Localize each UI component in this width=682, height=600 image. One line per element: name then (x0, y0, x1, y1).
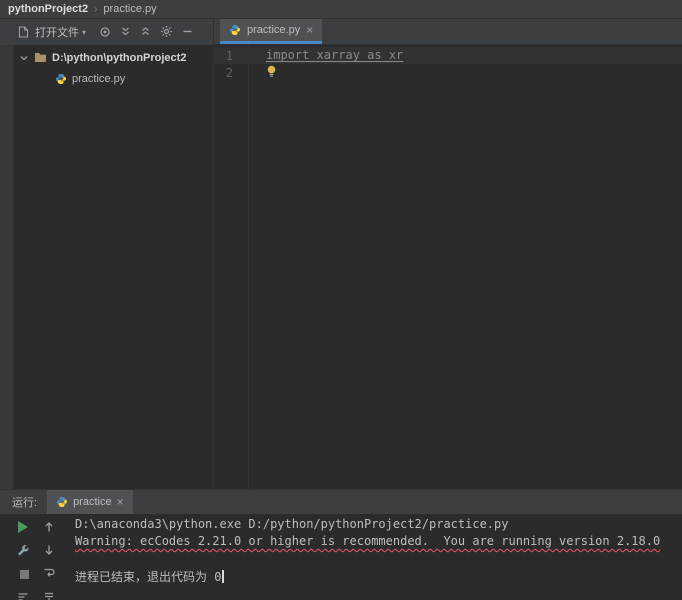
console-command-line: D:\anaconda3\python.exe D:/python/python… (75, 517, 660, 534)
locate-file-button[interactable] (99, 23, 111, 41)
breadcrumb: pythonProject2 › practice.py (0, 0, 682, 19)
tree-file-label: practice.py (72, 73, 125, 85)
console-warning-line: Warning: ecCodes 2.21.0 or higher is rec… (75, 534, 660, 551)
soft-wrap-button[interactable] (42, 566, 56, 580)
project-view-dropdown[interactable]: 打开文件 ▾ (35, 24, 86, 40)
python-icon (55, 73, 67, 85)
project-tree: D:\python\pythonProject2 practice.py (14, 45, 214, 489)
tree-item-project-root[interactable]: D:\python\pythonProject2 (14, 47, 213, 68)
chevron-down-icon: ▾ (82, 28, 86, 37)
python-icon (56, 496, 68, 508)
text-cursor (222, 570, 224, 583)
project-panel-header: 打开文件 ▾ (0, 19, 214, 45)
run-tab-label: practice (73, 496, 112, 508)
code-line-unused-import: import xarray as xr (266, 48, 403, 62)
toolbar-row: 打开文件 ▾ (0, 19, 682, 45)
scroll-to-end-button[interactable] (42, 590, 56, 600)
prev-occurrence-button[interactable] (42, 520, 56, 534)
console-blank-line (75, 551, 660, 568)
pycharm-window: pythonProject2 › practice.py 打开文件 ▾ (0, 0, 682, 600)
run-label: 运行: (0, 490, 47, 514)
editor-tab-bar: practice.py × (214, 19, 682, 45)
wrench-settings-button[interactable] (16, 543, 30, 557)
project-view-dropdown-label: 打开文件 (35, 24, 79, 40)
tree-root-label: D:\python\pythonProject2 (52, 52, 186, 64)
expand-all-button[interactable] (120, 23, 131, 41)
line-number: 1 (214, 49, 233, 63)
breadcrumb-separator-icon: › (94, 4, 97, 15)
console-exit-text: 进程已结束，退出代码为 0 (75, 570, 221, 584)
file-icon (18, 23, 29, 41)
run-tool-window: 运行: practice × (0, 489, 682, 600)
code-editor[interactable]: 1 2 import xarray as xr (214, 45, 682, 489)
chevron-down-icon (19, 53, 29, 63)
tool-window-stripe (0, 45, 14, 489)
intention-bulb-icon[interactable] (266, 64, 277, 78)
python-icon (229, 24, 241, 36)
tab-close-icon[interactable]: × (306, 24, 313, 36)
project-header-actions (99, 23, 193, 41)
main-area: D:\python\pythonProject2 practice.py 1 2… (0, 45, 682, 489)
console-output[interactable]: D:\anaconda3\python.exe D:/python/python… (75, 517, 660, 585)
tree-item-practice-py[interactable]: practice.py (14, 68, 213, 89)
tab-practice-py[interactable]: practice.py × (220, 19, 322, 44)
rerun-button[interactable] (16, 520, 30, 534)
run-header: 运行: practice × (0, 490, 682, 514)
run-tab-practice[interactable]: practice × (47, 490, 133, 514)
run-console: D:\anaconda3\python.exe D:/python/python… (0, 514, 682, 600)
clear-output-button[interactable] (16, 590, 30, 600)
tab-label: practice.py (247, 24, 300, 36)
console-exit-line: 进程已结束，退出代码为 0 (75, 568, 660, 585)
stop-button[interactable] (17, 567, 31, 581)
line-number: 2 (214, 66, 233, 80)
hide-panel-button[interactable] (182, 23, 193, 41)
folder-icon (34, 52, 47, 63)
run-tab-close-icon[interactable]: × (117, 496, 124, 508)
breadcrumb-project[interactable]: pythonProject2 (8, 3, 88, 15)
breadcrumb-file[interactable]: practice.py (103, 3, 156, 15)
next-occurrence-button[interactable] (42, 543, 56, 557)
collapse-all-button[interactable] (140, 23, 151, 41)
gutter-separator (248, 45, 249, 489)
gear-icon[interactable] (160, 23, 173, 41)
